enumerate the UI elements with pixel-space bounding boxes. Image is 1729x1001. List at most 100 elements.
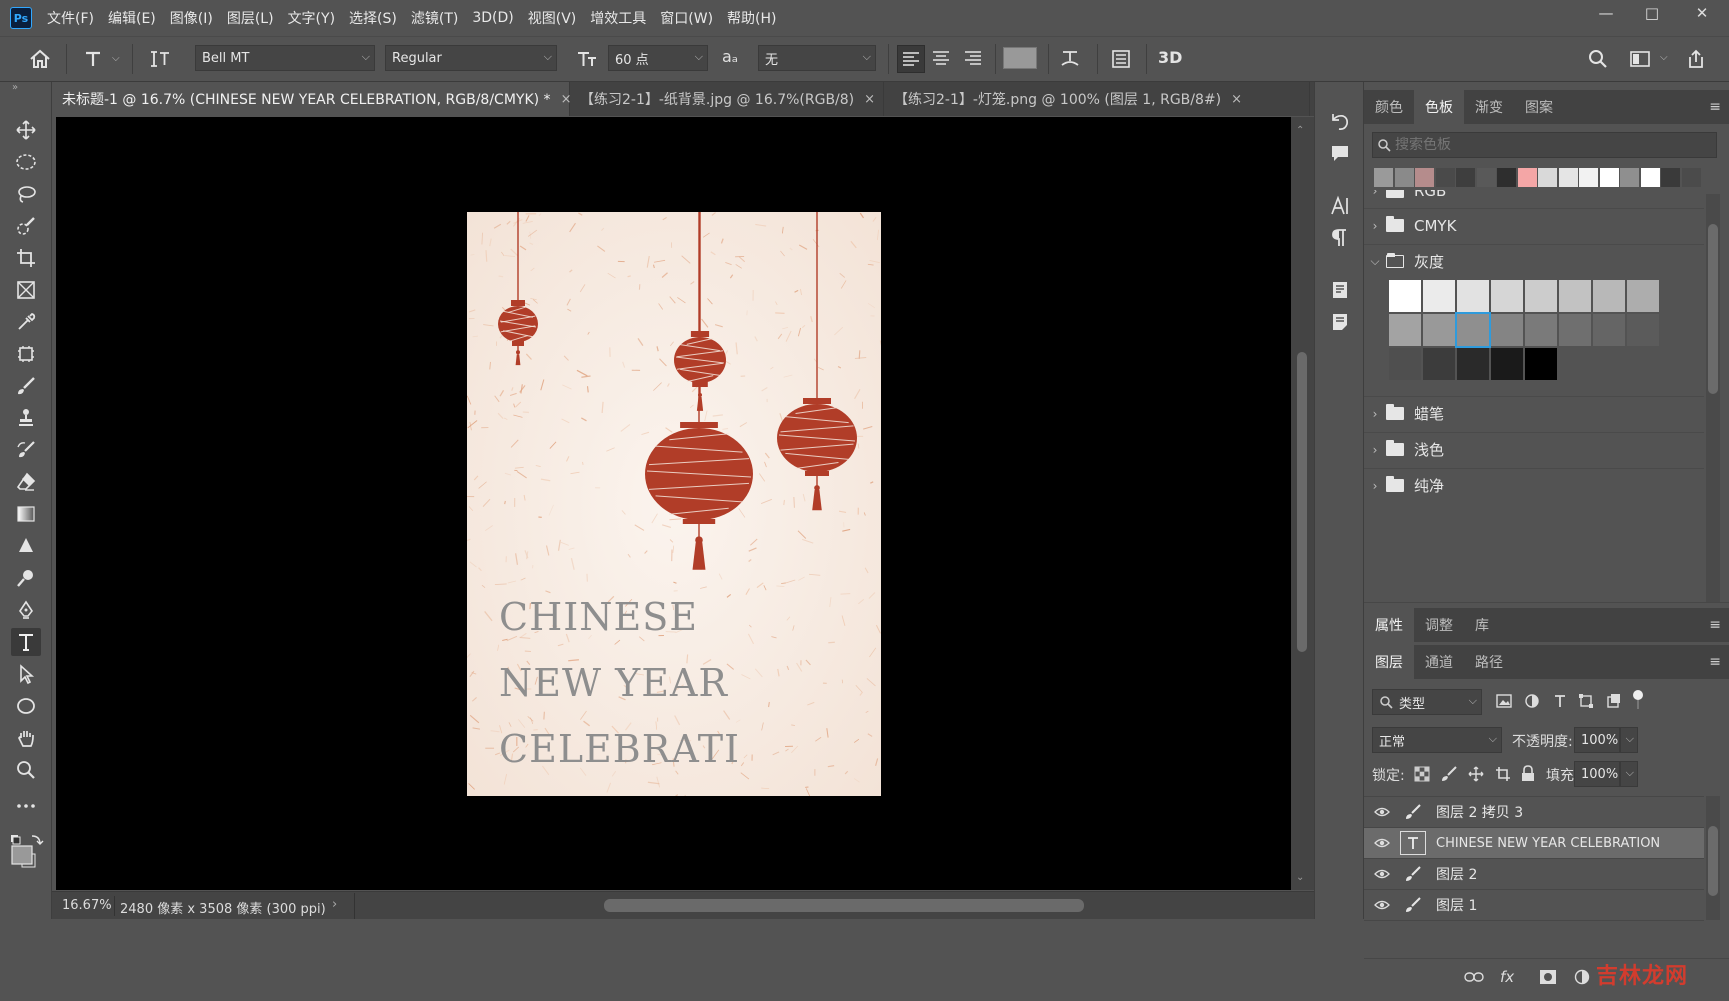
horizontal-scrollbar[interactable] — [604, 899, 1084, 912]
lock-position-icon[interactable] — [1468, 766, 1484, 782]
workspace-icon[interactable] — [1626, 46, 1654, 72]
gray-swatch[interactable] — [1525, 280, 1557, 312]
tab-swatches[interactable]: 色板 — [1414, 90, 1464, 124]
layer-filter-select[interactable]: 类型⌵ — [1372, 689, 1482, 715]
filter-pixel-icon[interactable] — [1496, 693, 1512, 709]
gray-swatch[interactable] — [1593, 280, 1625, 312]
filter-type-icon[interactable] — [1552, 693, 1568, 709]
menu-select[interactable]: 选择(S) — [342, 8, 404, 28]
swatch-search-input[interactable] — [1395, 134, 1705, 156]
gray-swatch[interactable] — [1627, 280, 1659, 312]
recent-swatch[interactable] — [1579, 168, 1598, 187]
more-tools-icon[interactable] — [11, 792, 41, 820]
group-light[interactable]: ›浅色 — [1364, 432, 1704, 466]
tab-channels[interactable]: 通道 — [1414, 645, 1464, 679]
brush-tool-icon[interactable] — [11, 372, 41, 400]
close-tab-icon[interactable]: × — [1231, 92, 1242, 107]
group-grayscale[interactable]: ⌵灰度 — [1364, 244, 1704, 278]
gray-swatch[interactable] — [1559, 314, 1591, 346]
font-size-input[interactable]: 60 点⌵ — [608, 45, 708, 71]
menu-layer[interactable]: 图层(L) — [220, 8, 281, 28]
close-tab-icon[interactable]: × — [864, 92, 875, 107]
opacity-dropdown[interactable]: ⌵ — [1620, 727, 1638, 753]
tab-color[interactable]: 颜色 — [1364, 90, 1414, 124]
ellipse-tool-icon[interactable] — [11, 692, 41, 720]
menu-plugins[interactable]: 增效工具 — [583, 8, 653, 28]
gray-swatch[interactable] — [1457, 314, 1489, 346]
photoshop-logo[interactable]: Ps — [10, 7, 32, 29]
status-menu-arrow[interactable]: › — [332, 897, 337, 912]
align-right-button[interactable] — [960, 45, 988, 73]
type-tool-icon[interactable] — [80, 46, 106, 72]
recent-swatch[interactable] — [1374, 168, 1393, 187]
menu-edit[interactable]: 编辑(E) — [101, 8, 163, 28]
minimize-button[interactable]: — — [1584, 0, 1628, 26]
filter-shape-icon[interactable] — [1578, 693, 1594, 709]
type-tool-icon[interactable] — [11, 628, 41, 656]
gray-swatch[interactable] — [1593, 314, 1625, 346]
share-icon[interactable] — [1682, 46, 1710, 72]
gray-swatch[interactable] — [1491, 314, 1523, 346]
tab-gradients[interactable]: 渐变 — [1464, 90, 1514, 124]
gray-swatch[interactable] — [1389, 280, 1421, 312]
dodge-tool-icon[interactable] — [11, 564, 41, 592]
recent-swatch[interactable] — [1538, 168, 1557, 187]
zoom-level[interactable]: 16.67% — [62, 898, 112, 913]
workspace-chevron-icon[interactable]: ⌵ — [1660, 52, 1668, 63]
zoom-tool-icon[interactable] — [11, 756, 41, 784]
menu-3d[interactable]: 3D(D) — [465, 10, 520, 26]
text-orientation-icon[interactable] — [146, 46, 174, 72]
recent-swatch[interactable] — [1456, 168, 1475, 187]
antialias-select[interactable]: 无⌵ — [758, 45, 876, 71]
swatch-search[interactable] — [1372, 132, 1717, 158]
notes-icon[interactable] — [1325, 308, 1355, 336]
visibility-eye-icon[interactable] — [1364, 807, 1400, 817]
home-icon[interactable] — [26, 46, 54, 72]
menu-file[interactable]: 文件(F) — [40, 8, 101, 28]
clone-stamp-icon[interactable] — [11, 404, 41, 432]
filter-toggle-icon[interactable] — [1632, 689, 1644, 711]
align-center-button[interactable] — [928, 45, 956, 73]
eyedropper-tool-icon[interactable] — [11, 308, 41, 336]
gray-swatch[interactable] — [1457, 280, 1489, 312]
scroll-thumb[interactable] — [1297, 352, 1307, 652]
history-brush-icon[interactable] — [11, 436, 41, 464]
menu-filter[interactable]: 滤镜(T) — [404, 8, 465, 28]
recent-swatch[interactable] — [1559, 168, 1578, 187]
gray-swatch[interactable] — [1559, 280, 1591, 312]
recent-swatch[interactable] — [1600, 168, 1619, 187]
fill-dropdown[interactable]: ⌵ — [1620, 761, 1638, 787]
quick-selection-icon[interactable] — [11, 212, 41, 240]
gradient-tool-icon[interactable] — [11, 500, 41, 528]
recent-swatch[interactable] — [1518, 168, 1537, 187]
tab-patterns[interactable]: 图案 — [1514, 90, 1564, 124]
gray-swatch[interactable] — [1525, 348, 1557, 380]
blend-mode-select[interactable]: 正常⌵ — [1372, 727, 1502, 753]
group-pure[interactable]: ›纯净 — [1364, 468, 1704, 502]
path-selection-icon[interactable] — [11, 660, 41, 688]
adjustment-icon[interactable] — [1574, 969, 1590, 985]
recent-swatch[interactable] — [1641, 168, 1660, 187]
panel-menu-icon[interactable]: ≡ — [1709, 99, 1721, 115]
collapse-toolbar-icon[interactable]: » — [12, 82, 18, 93]
gray-swatch[interactable] — [1423, 280, 1455, 312]
close-window-button[interactable]: ✕ — [1680, 0, 1724, 26]
hand-tool-icon[interactable] — [11, 724, 41, 752]
search-icon[interactable] — [1585, 46, 1611, 72]
menu-help[interactable]: 帮助(H) — [720, 8, 783, 28]
tab-lantern-png[interactable]: 【练习2-1】-灯笼.png @ 100% (图层 1, RGB/8#)× — [884, 82, 1310, 116]
paragraph-icon[interactable] — [1325, 224, 1355, 252]
visibility-eye-icon[interactable] — [1364, 869, 1400, 879]
marquee-tool-icon[interactable] — [11, 148, 41, 176]
color-picker-icon[interactable] — [10, 834, 44, 868]
frame-tool-icon[interactable] — [11, 276, 41, 304]
recent-swatch[interactable] — [1497, 168, 1516, 187]
fx-icon[interactable]: fx — [1500, 968, 1514, 986]
gray-swatch[interactable] — [1423, 314, 1455, 346]
recent-swatch[interactable] — [1661, 168, 1680, 187]
filter-adjustment-icon[interactable] — [1524, 693, 1540, 709]
character-panel-icon[interactable] — [1108, 46, 1134, 72]
lock-artboard-icon[interactable] — [1495, 766, 1511, 782]
gray-swatch[interactable] — [1457, 348, 1489, 380]
lock-pixels-icon[interactable] — [1441, 766, 1457, 782]
